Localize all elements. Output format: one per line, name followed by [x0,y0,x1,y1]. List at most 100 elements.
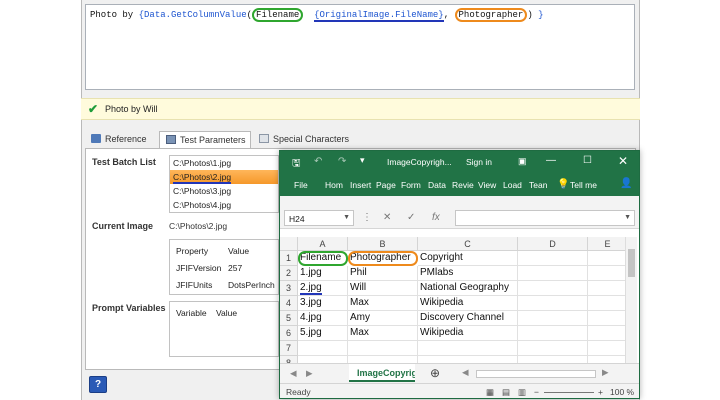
ribbon-tab-page[interactable]: Page [376,180,396,190]
account-icon[interactable]: 👤 [620,178,632,189]
ribbon-tab-home[interactable]: Hom [325,180,343,190]
cell-a3[interactable]: 2.jpg [298,281,348,296]
cell-c2[interactable]: PMlabs [418,266,518,281]
ribbon-tab-team[interactable]: Tean [529,180,547,190]
cell-b7[interactable] [348,341,418,356]
cell-a1[interactable]: Filename [298,251,348,266]
cell-e4[interactable] [588,296,628,311]
cell-a2[interactable]: 1.jpg [298,266,348,281]
ribbon-tab-insert[interactable]: Insert [350,180,371,190]
batch-item[interactable]: C:\Photos\1.jpg [170,156,278,170]
cell-b3[interactable]: Will [348,281,418,296]
sheet-tab-imagecopyright[interactable]: ImageCopyright [349,364,415,382]
formula-expand-icon[interactable]: ▼ [624,214,631,221]
ribbon-tab-load[interactable]: Load [503,180,522,190]
cell-e5[interactable] [588,311,628,326]
cell-d1[interactable] [518,251,588,266]
formula-input[interactable]: ▼ [455,210,635,226]
cell-a4[interactable]: 3.jpg [298,296,348,311]
zoom-in-icon[interactable]: + [598,387,603,397]
cell-c6[interactable]: Wikipedia [418,326,518,341]
row-header-7[interactable]: 7 [280,341,298,356]
column-header-b[interactable]: B [348,237,418,251]
expression-editor[interactable]: Photo by {Data.GetColumnValue(Filename {… [85,4,635,90]
ribbon-options-icon[interactable]: ▣ [518,156,527,167]
help-button[interactable]: ? [89,376,107,393]
row-header-1[interactable]: 1 [280,251,298,266]
tab-reference[interactable]: Reference [85,131,157,149]
maximize-icon[interactable]: ☐ [583,155,592,166]
ribbon-tab-formulas[interactable]: Form [401,180,421,190]
select-all-corner[interactable] [280,237,298,251]
cell-e2[interactable] [588,266,628,281]
cell-b5[interactable]: Amy [348,311,418,326]
tell-me-search[interactable]: Tell me [570,180,597,190]
cell-a6[interactable]: 5.jpg [298,326,348,341]
cell-b6[interactable]: Max [348,326,418,341]
sign-in-link[interactable]: Sign in [466,157,492,167]
cell-d2[interactable] [518,266,588,281]
cell-d3[interactable] [518,281,588,296]
name-box-dropdown-icon[interactable]: ▼ [343,214,350,221]
worksheet-grid[interactable]: A B C D E 1 Filename Photographer Copyright 2 1.jp… [280,237,639,371]
column-header-a[interactable]: A [298,237,348,251]
scroll-thumb[interactable] [628,249,635,277]
row-header-4[interactable]: 4 [280,296,298,311]
cell-a5[interactable]: 4.jpg [298,311,348,326]
batch-item-selected[interactable]: C:\Photos\2.jpg [170,170,278,184]
column-header-e[interactable]: E [588,237,628,251]
batch-item[interactable]: C:\Photos\4.jpg [170,198,278,212]
row-header-3[interactable]: 3 [280,281,298,296]
column-header-c[interactable]: C [418,237,518,251]
zoom-slider[interactable] [544,392,594,393]
row-header-6[interactable]: 6 [280,326,298,341]
cell-c3[interactable]: National Geography [418,281,518,296]
ribbon-tab-view[interactable]: View [478,180,496,190]
save-icon[interactable]: 🖫 [292,156,301,173]
test-batch-list[interactable]: C:\Photos\1.jpg C:\Photos\2.jpg C:\Photo… [169,155,279,213]
cell-d5[interactable] [518,311,588,326]
cell-b2[interactable]: Phil [348,266,418,281]
cell-d6[interactable] [518,326,588,341]
normal-view-icon[interactable]: ▦ [486,387,494,398]
row-header-5[interactable]: 5 [280,311,298,326]
cell-c7[interactable] [418,341,518,356]
cell-d4[interactable] [518,296,588,311]
cell-b4[interactable]: Max [348,296,418,311]
horizontal-scrollbar[interactable] [476,370,596,378]
cell-c1[interactable]: Copyright [418,251,518,266]
h-scroll-left-icon[interactable]: ◀ [462,367,469,378]
cell-e1[interactable] [588,251,628,266]
cell-d7[interactable] [518,341,588,356]
page-layout-icon[interactable]: ▤ [502,387,510,398]
h-scroll-right-icon[interactable]: ▶ [602,367,609,378]
ribbon-tab-data[interactable]: Data [428,180,446,190]
cell-e6[interactable] [588,326,628,341]
cell-c4[interactable]: Wikipedia [418,296,518,311]
row-header-2[interactable]: 2 [280,266,298,281]
name-box[interactable]: H24 ▼ [284,210,354,226]
close-icon[interactable]: ✕ [618,154,628,168]
zoom-out-icon[interactable]: − [534,387,539,397]
cell-e3[interactable] [588,281,628,296]
batch-item[interactable]: C:\Photos\3.jpg [170,184,278,198]
sheet-next-icon[interactable]: ▶ [306,368,313,379]
ribbon-tab-review[interactable]: Revie [452,180,474,190]
tab-special-characters[interactable]: Special Characters [253,131,353,149]
enter-icon[interactable]: ✓ [407,212,415,223]
cell-b1[interactable]: Photographer [348,251,418,266]
insert-function-icon[interactable]: fx [432,212,440,223]
cell-e7[interactable] [588,341,628,356]
add-sheet-icon[interactable]: ⊕ [430,366,440,380]
page-break-icon[interactable]: ▥ [518,387,526,398]
cell-c5[interactable]: Discovery Channel [418,311,518,326]
zoom-level[interactable]: 100 % [610,387,634,397]
cell-a7[interactable] [298,341,348,356]
cancel-icon[interactable]: ✕ [383,212,391,223]
customize-icon[interactable]: ▾ [360,155,365,166]
tab-test-parameters[interactable]: Test Parameters [159,131,251,149]
undo-icon[interactable]: ↶ [314,156,322,167]
sheet-prev-icon[interactable]: ◀ [290,368,297,379]
ribbon-tab-file[interactable]: File [294,180,308,190]
column-header-d[interactable]: D [518,237,588,251]
